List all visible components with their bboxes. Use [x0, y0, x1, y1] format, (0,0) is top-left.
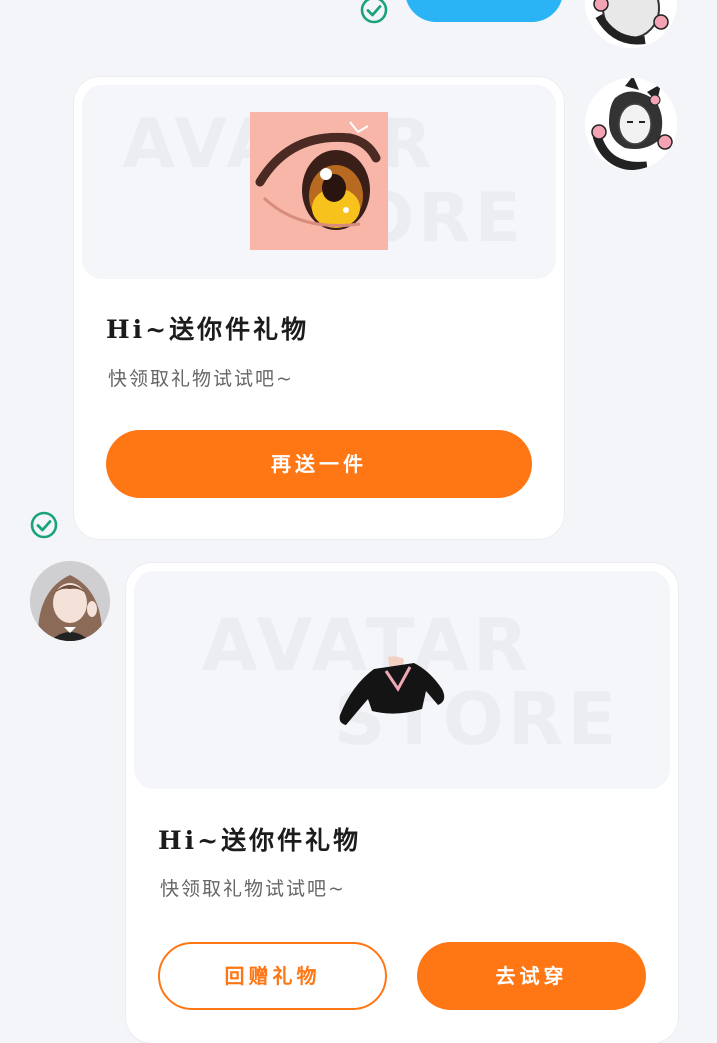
gift-title: Hi~送你件礼物 — [158, 826, 362, 855]
avatar[interactable] — [585, 0, 677, 48]
gift-preview[interactable]: AVATAR STORE — [82, 85, 556, 279]
avatar[interactable] — [585, 78, 677, 170]
send-another-button[interactable]: 再送一件 — [106, 430, 532, 498]
black-top-item-image — [339, 656, 445, 725]
gift-card[interactable]: AVATAR STORE Hi~送你件礼物 快领取礼物试试吧~ 回赠礼物 去试穿 — [126, 563, 678, 1043]
eye-item-image — [250, 112, 388, 250]
previous-message-bubble[interactable] — [405, 0, 563, 22]
gift-preview[interactable]: AVATAR STORE — [134, 571, 670, 789]
cat-ear-avatar-icon — [585, 78, 677, 170]
gift-subtitle: 快领取礼物试试吧~ — [108, 368, 294, 390]
avatar[interactable] — [30, 561, 110, 641]
gift-title: Hi~送你件礼物 — [106, 315, 310, 344]
gift-card[interactable]: AVATAR STORE Hi~送你件礼物 快领取礼物试试吧~ 再送一件 — [74, 77, 564, 539]
read-check-icon — [360, 0, 388, 24]
gift-subtitle: 快领取礼物试试吧~ — [160, 878, 346, 900]
return-gift-button[interactable]: 回赠礼物 — [158, 942, 387, 1010]
girl-avatar-icon — [30, 561, 110, 641]
read-check-icon — [30, 511, 58, 539]
try-on-button[interactable]: 去试穿 — [417, 942, 646, 1010]
cat-ear-avatar-icon — [585, 0, 677, 48]
